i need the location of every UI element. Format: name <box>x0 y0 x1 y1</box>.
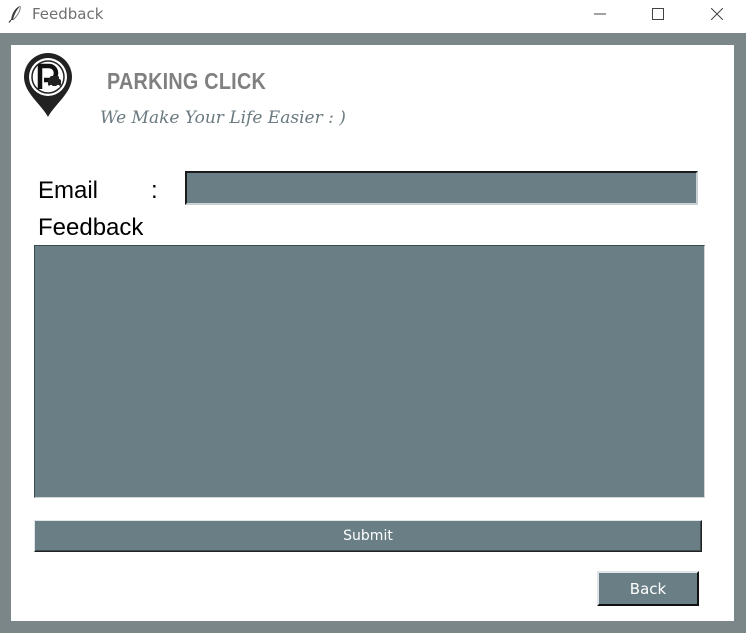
brand-tagline: We Make Your Life Easier : ) <box>100 108 346 128</box>
email-colon: : <box>151 177 158 204</box>
parking-pin-logo <box>20 49 76 119</box>
feedback-panel: PARKING CLICK We Make Your Life Easier :… <box>11 45 734 621</box>
brand-title: PARKING CLICK <box>107 68 267 94</box>
close-button[interactable] <box>694 0 740 28</box>
email-label: Email <box>38 177 99 204</box>
submit-button[interactable]: Submit <box>34 520 702 552</box>
feedback-label: Feedback <box>38 214 144 241</box>
maximize-icon <box>652 8 664 20</box>
minimize-button[interactable] <box>577 0 623 28</box>
window-frame: PARKING CLICK We Make Your Life Easier :… <box>0 33 746 633</box>
feather-icon <box>8 5 24 23</box>
title-bar: Feedback <box>0 0 746 28</box>
maximize-button[interactable] <box>635 0 681 28</box>
close-icon <box>711 8 723 20</box>
email-input[interactable] <box>185 171 698 205</box>
back-button[interactable]: Back <box>597 571 699 606</box>
minimize-icon <box>594 13 606 15</box>
feedback-textarea[interactable] <box>34 245 705 498</box>
window-title: Feedback <box>32 5 104 23</box>
